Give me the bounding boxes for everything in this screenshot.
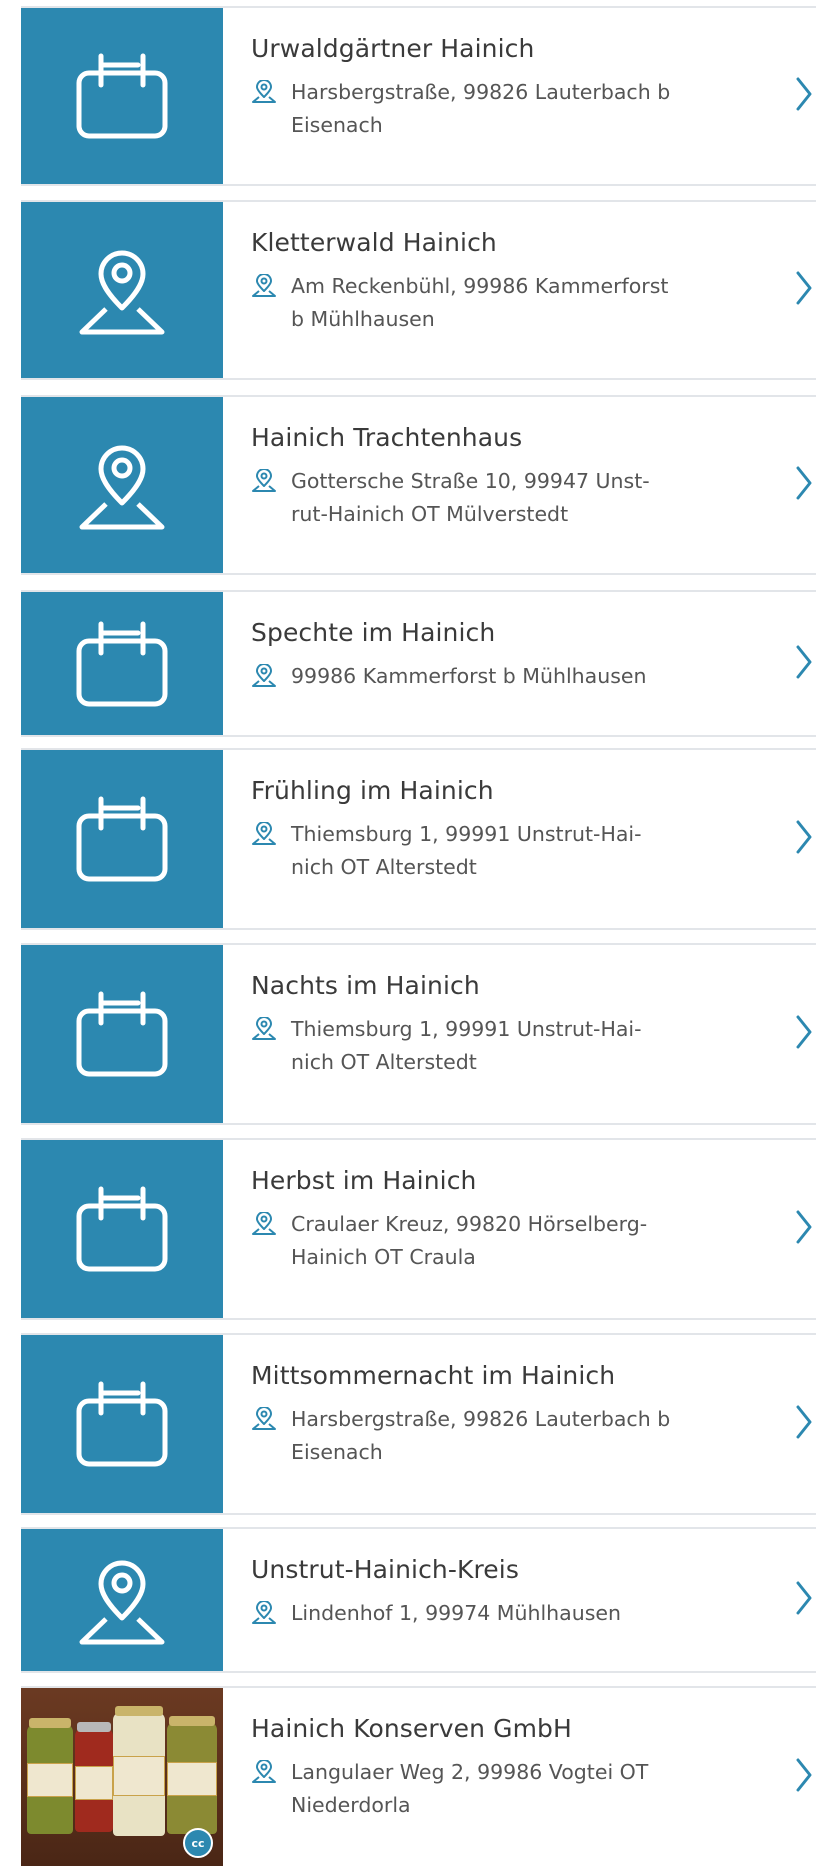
chevron-right-icon[interactable] — [796, 1581, 812, 1619]
result-info: Frühling im Hainich Thiemsburg 1, 99991 … — [251, 776, 746, 884]
result-address: Gottersche Straße 10, 99947 Unst- rut-Ha… — [251, 465, 746, 531]
address-line: b Mühlhausen — [291, 307, 435, 331]
result-title: Frühling im Hainich — [251, 776, 494, 805]
result-address: Craulaer Kreuz, 99820 Hörselberg- Hainic… — [251, 1208, 746, 1274]
location-pin-icon — [251, 1406, 277, 1441]
location-pin-icon — [251, 1600, 277, 1635]
address-line: Eisenach — [291, 1440, 383, 1464]
address-line: Gottersche Straße 10, 99947 Unst- — [291, 469, 650, 493]
result-card[interactable]: Herbst im Hainich Craulaer Kreuz, 99820 … — [21, 1138, 816, 1320]
result-info: Hainich Trachtenhaus Gottersche Straße 1… — [251, 423, 746, 531]
thumbnail — [21, 1335, 223, 1513]
thumbnail — [21, 945, 223, 1123]
result-info: Nachts im Hainich Thiemsburg 1, 99991 Un… — [251, 971, 746, 1079]
result-info: Mittsommernacht im Hainich Harsbergstraß… — [251, 1361, 746, 1469]
result-title: Kletterwald Hainich — [251, 228, 497, 257]
map-pin-icon — [76, 439, 168, 531]
address-line: Niederdorla — [291, 1793, 411, 1817]
photo-thumbnail: cc — [21, 1688, 223, 1866]
result-card[interactable]: Unstrut-Hainich-Kreis Lindenhof 1, 99974… — [21, 1527, 816, 1673]
thumbnail — [21, 1529, 223, 1671]
result-title: Urwaldgärtner Hainich — [251, 34, 535, 63]
map-pin-icon — [76, 1554, 168, 1646]
chevron-right-icon[interactable] — [796, 1210, 812, 1248]
result-title: Unstrut-Hainich-Kreis — [251, 1555, 519, 1584]
address-line: rut-Hainich OT Mülverstedt — [291, 502, 569, 526]
thumbnail — [21, 8, 223, 184]
location-pin-icon — [251, 79, 277, 114]
result-address: Lindenhof 1, 99974 Mühlhausen — [251, 1597, 746, 1630]
thumbnail — [21, 592, 223, 735]
result-title: Spechte im Hainich — [251, 618, 496, 647]
address-line: Hainich OT Craula — [291, 1245, 476, 1269]
result-info: Hainich Konserven GmbH Langulaer Weg 2, … — [251, 1714, 746, 1822]
result-info: Spechte im Hainich 99986 Kammerforst b M… — [251, 618, 746, 693]
result-card[interactable]: Nachts im Hainich Thiemsburg 1, 99991 Un… — [21, 943, 816, 1125]
result-address: Harsbergstraße, 99826 Lauterbach b Eisen… — [251, 76, 746, 142]
result-card[interactable]: Kletterwald Hainich Am Reckenbühl, 99986… — [21, 200, 816, 380]
location-pin-icon — [251, 1759, 277, 1794]
result-address: Am Reckenbühl, 99986 Kammerforst b Mühlh… — [251, 270, 746, 336]
result-title: Herbst im Hainich — [251, 1166, 477, 1195]
result-info: Kletterwald Hainich Am Reckenbühl, 99986… — [251, 228, 746, 336]
result-title: Hainich Konserven GmbH — [251, 1714, 572, 1743]
result-title: Mittsommernacht im Hainich — [251, 1361, 616, 1390]
thumbnail — [21, 750, 223, 928]
address-line: nich OT Alterstedt — [291, 1050, 477, 1074]
result-address: 99986 Kammerforst b Mühlhausen — [251, 660, 746, 693]
chevron-right-icon[interactable] — [796, 820, 812, 858]
calendar-icon — [76, 621, 168, 707]
result-info: Urwaldgärtner Hainich Harsbergstraße, 99… — [251, 34, 746, 142]
address-line: Langulaer Weg 2, 99986 Vogtei OT — [291, 1760, 649, 1784]
result-card[interactable]: Frühling im Hainich Thiemsburg 1, 99991 … — [21, 748, 816, 930]
calendar-icon — [76, 1381, 168, 1467]
location-pin-icon — [251, 1016, 277, 1051]
calendar-icon — [76, 991, 168, 1077]
address-line: Thiemsburg 1, 99991 Unstrut-Hai- — [291, 822, 642, 846]
address-line: nich OT Alterstedt — [291, 855, 477, 879]
result-info: Herbst im Hainich Craulaer Kreuz, 99820 … — [251, 1166, 746, 1274]
chevron-right-icon[interactable] — [796, 271, 812, 309]
result-address: Thiemsburg 1, 99991 Unstrut-Hai- nich OT… — [251, 1013, 746, 1079]
result-card[interactable]: Hainich Trachtenhaus Gottersche Straße 1… — [21, 395, 816, 575]
address-line: Thiemsburg 1, 99991 Unstrut-Hai- — [291, 1017, 642, 1041]
location-pin-icon — [251, 1211, 277, 1246]
location-pin-icon — [251, 663, 277, 698]
location-pin-icon — [251, 273, 277, 308]
thumbnail — [21, 202, 223, 378]
address-line: Harsbergstraße, 99826 Lauterbach b — [291, 1407, 671, 1431]
result-card[interactable]: Mittsommernacht im Hainich Harsbergstraß… — [21, 1333, 816, 1515]
address-line: Craulaer Kreuz, 99820 Hörselberg- — [291, 1212, 648, 1236]
calendar-icon — [76, 1186, 168, 1272]
result-address: Harsbergstraße, 99826 Lauterbach b Eisen… — [251, 1403, 746, 1469]
chevron-right-icon[interactable] — [796, 1015, 812, 1053]
result-card[interactable]: cc Hainich Konserven GmbH Langulaer Weg … — [21, 1686, 816, 1866]
result-address: Langulaer Weg 2, 99986 Vogtei OT Niederd… — [251, 1756, 746, 1822]
address-line: 99986 Kammerforst b Mühlhausen — [291, 664, 647, 688]
address-line: Lindenhof 1, 99974 Mühlhausen — [291, 1601, 622, 1625]
location-pin-icon — [251, 821, 277, 856]
chevron-right-icon[interactable] — [796, 1405, 812, 1443]
location-pin-icon — [251, 468, 277, 503]
map-pin-icon — [76, 244, 168, 336]
result-card[interactable]: Spechte im Hainich 99986 Kammerforst b M… — [21, 590, 816, 737]
thumbnail — [21, 397, 223, 573]
result-title: Hainich Trachtenhaus — [251, 423, 523, 452]
address-line: Eisenach — [291, 113, 383, 137]
chevron-right-icon[interactable] — [796, 466, 812, 504]
result-info: Unstrut-Hainich-Kreis Lindenhof 1, 99974… — [251, 1555, 746, 1630]
result-title: Nachts im Hainich — [251, 971, 480, 1000]
result-address: Thiemsburg 1, 99991 Unstrut-Hai- nich OT… — [251, 818, 746, 884]
calendar-icon — [76, 796, 168, 882]
calendar-icon — [76, 53, 168, 139]
thumbnail — [21, 1140, 223, 1318]
result-card[interactable]: Urwaldgärtner Hainich Harsbergstraße, 99… — [21, 6, 816, 186]
chevron-right-icon[interactable] — [796, 645, 812, 683]
chevron-right-icon[interactable] — [796, 1758, 812, 1796]
creative-commons-badge: cc — [183, 1828, 213, 1858]
chevron-right-icon[interactable] — [796, 77, 812, 115]
address-line: Harsbergstraße, 99826 Lauterbach b — [291, 80, 671, 104]
address-line: Am Reckenbühl, 99986 Kammerforst — [291, 274, 669, 298]
